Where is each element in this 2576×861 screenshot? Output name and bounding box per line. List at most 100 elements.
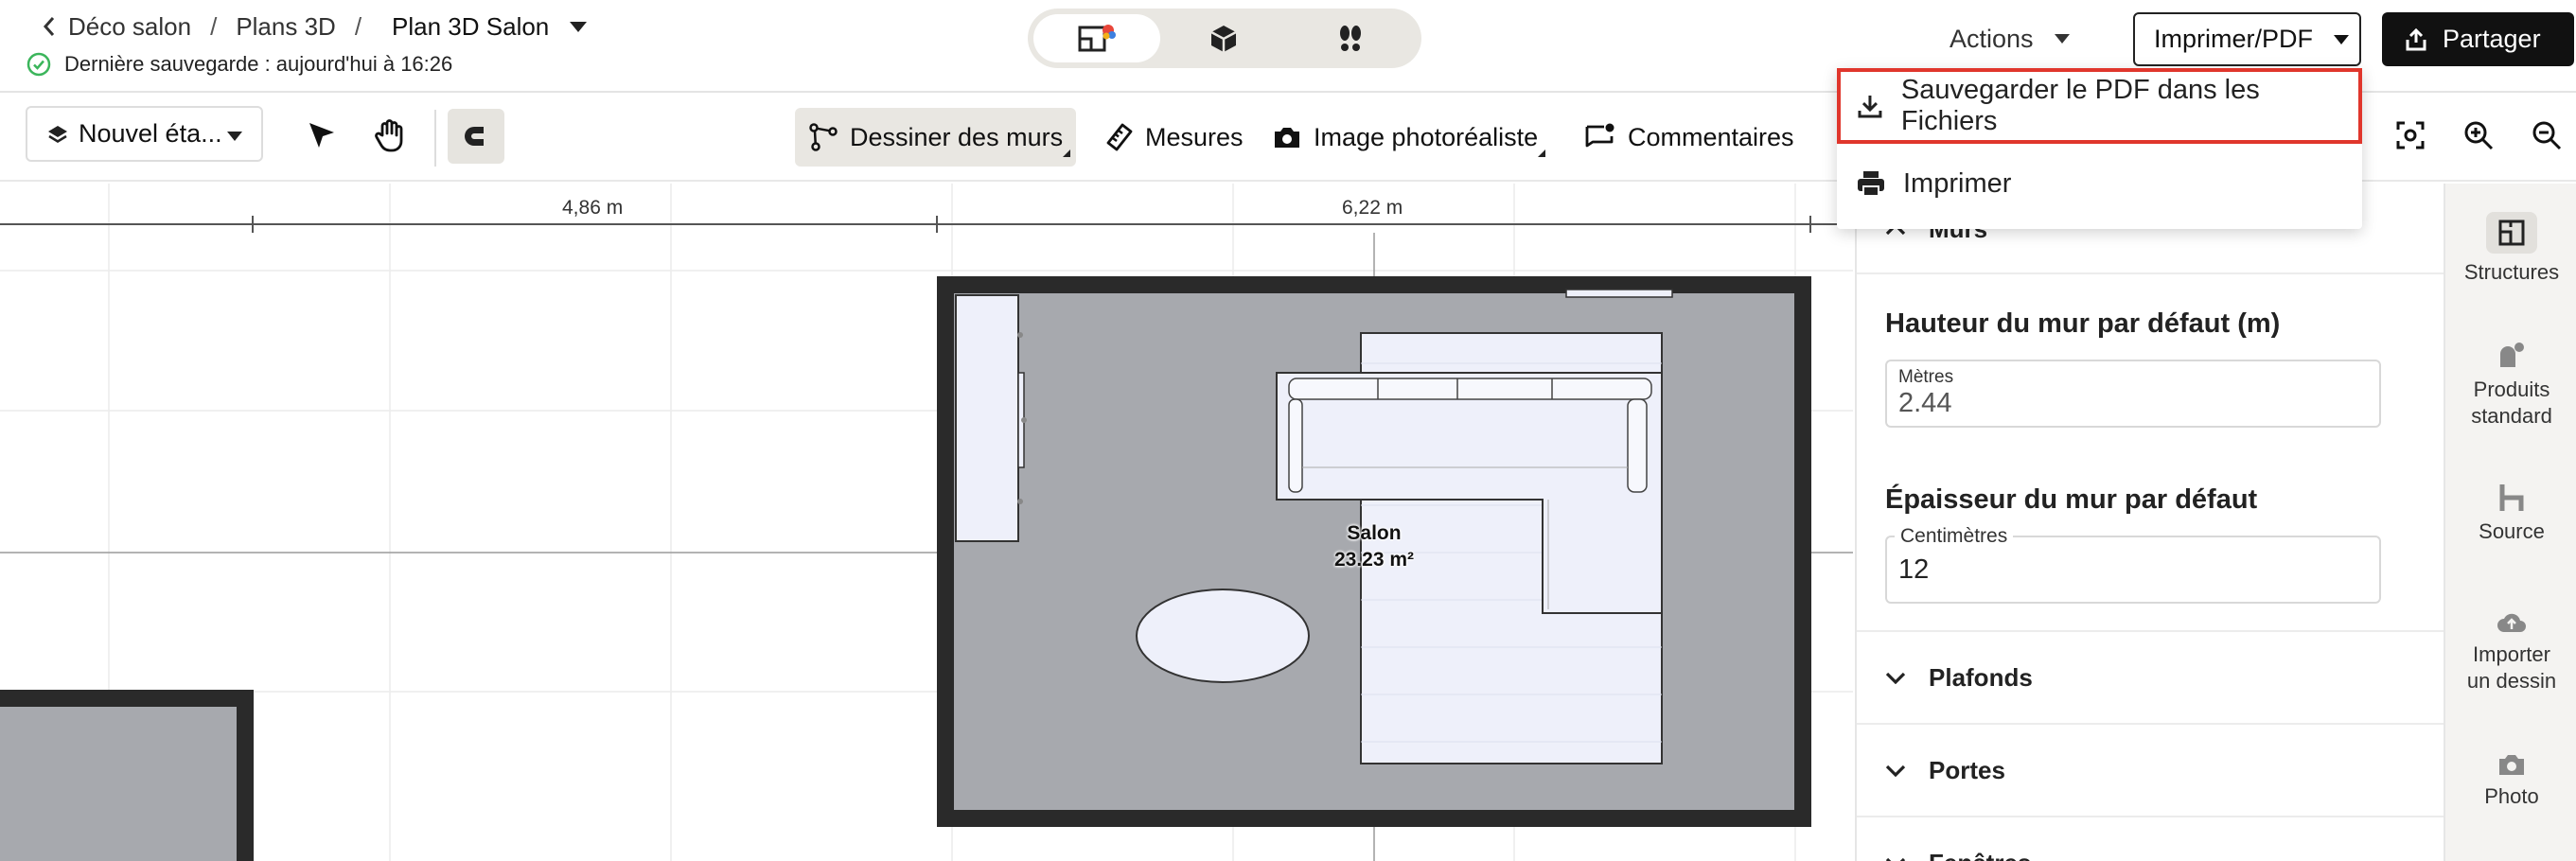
section-divider [1857,272,2444,274]
photoreal-button[interactable]: Image photoréaliste [1259,108,1551,167]
section-doors-label: Portes [1929,755,2005,784]
layers-icon [48,125,67,143]
draw-walls-icon [809,123,838,151]
snap-toggle-button[interactable] [448,109,504,164]
plan-2d-icon [1078,24,1116,51]
section-ceilings-label: Plafonds [1929,662,2033,692]
zoom-in-icon [2464,121,2494,150]
actions-button[interactable]: Actions [1950,15,2070,62]
menu-item-print[interactable]: Imprimer [1837,146,2362,221]
draw-walls-button[interactable]: Dessiner des murs [795,108,1077,167]
page-title[interactable]: Plan 3D Salon [392,12,549,42]
properties-panel: Murs Hauteur du mur par défaut (m) Mètre… [1855,184,2444,861]
view-walk-button[interactable] [1287,14,1414,62]
breadcrumb-item-deco-salon[interactable]: Déco salon [68,12,191,42]
chevron-down-icon [227,132,242,141]
rail-label: Photo [2484,784,2539,808]
cursor-icon [309,123,334,148]
pan-tool-button[interactable] [366,112,414,159]
printer-icon [1858,171,1884,197]
wall-thickness-title: Épaisseur du mur par défaut [1885,484,2258,515]
floor-select[interactable]: Nouvel éta... [26,106,263,162]
section-doors[interactable]: Portes [1885,751,2005,789]
rail-item-standard-products[interactable]: Produits standard [2445,339,2576,430]
zoom-out-button[interactable] [2523,112,2570,159]
room-name: Salon [1347,522,1402,544]
rail-label: Importer un dessin [2466,642,2557,693]
check-circle-icon [26,52,51,77]
section-divider [1857,723,2444,725]
comments-label: Commentaires [1628,122,1794,151]
view-2d-button[interactable] [1033,14,1160,62]
save-status: Dernière sauvegarde : aujourd'hui à 16:2… [26,49,452,79]
breadcrumb-separator: / [210,11,218,41]
comment-icon [1585,123,1614,148]
wall-height-title: Hauteur du mur par défaut (m) [1885,308,2281,339]
chevron-left-icon[interactable] [38,12,61,41]
rail-item-structures[interactable]: Structures [2445,212,2576,286]
share-icon [2406,27,2426,50]
wall-height-unit: Mètres [1898,367,1954,387]
rail-label: Source [2479,519,2545,543]
rail-item-import-drawing[interactable]: Importer un dessin [2445,609,2576,694]
cloud-upload-icon [2497,613,2526,632]
products-icon [2500,343,2524,367]
measures-button[interactable]: Mesures [1092,108,1257,167]
wall-thickness-unit: Centimètres [1895,525,2014,548]
bookshelf[interactable] [955,294,1027,542]
menu-item-save-pdf[interactable]: Sauvegarder le PDF dans les Fichiers [1837,68,2362,144]
chair-icon [2499,484,2524,511]
select-tool-button[interactable] [298,112,345,159]
room-label[interactable]: Salon 23.23 m² [1325,520,1423,573]
print-pdf-label: Imprimer/PDF [2154,25,2313,53]
draw-walls-label: Dessiner des murs [850,122,1064,151]
camera-icon [2499,755,2524,775]
breadcrumb-separator: / [354,11,362,41]
chevron-down-icon [1885,672,1906,684]
comments-button[interactable]: Commentaires [1571,108,1808,167]
menu-item-save-pdf-label: Sauvegarder le PDF dans les Fichiers [1900,75,2260,136]
zoom-in-button[interactable] [2455,112,2502,159]
wall-height-value[interactable]: 2.44 [1898,388,1951,419]
window[interactable] [1565,289,1673,298]
view-switcher [1028,9,1421,68]
share-button[interactable]: Partager [2382,12,2574,66]
submenu-indicator [1063,149,1071,157]
ruler-icon [1106,123,1133,151]
focus-icon [2396,121,2425,149]
chevron-down-icon [2334,34,2349,44]
submenu-indicator [1538,149,1546,157]
fit-view-button[interactable] [2387,112,2434,159]
chevron-down-icon [1885,857,1906,861]
wall-height-field[interactable]: Mètres 2.44 [1885,360,2381,428]
zoom-out-icon [2532,121,2562,150]
menu-item-print-label: Imprimer [1903,167,2012,199]
wall-thickness-value[interactable]: 12 [1898,554,1929,586]
share-label: Partager [2443,25,2541,53]
coffee-table[interactable] [1136,589,1310,683]
structure-icon [2498,220,2525,246]
section-divider [1857,816,2444,817]
chevron-down-icon [2054,34,2070,44]
print-pdf-button[interactable]: Imprimer/PDF [2133,12,2361,66]
floor-plan-canvas[interactable]: 4,86 m 6,22 m Salon 23.23 m² [0,184,1853,861]
section-windows-label: Fenêtres [1929,849,2031,861]
download-icon [1858,96,1882,118]
rail-icon-wrap [2486,212,2537,254]
room-area: 23.23 m² [1333,549,1415,571]
breadcrumb-item-plans-3d[interactable]: Plans 3D [236,12,336,42]
section-windows[interactable]: Fenêtres [1885,844,2031,861]
footsteps-icon [1340,25,1361,51]
photoreal-label: Image photoréaliste [1314,122,1539,151]
print-dropdown-menu: Sauvegarder le PDF dans les Fichiers Imp… [1837,68,2362,229]
toolbar-divider [434,110,436,167]
magnet-icon [465,127,489,146]
chevron-down-icon[interactable] [570,21,588,32]
rail-label: Structures [2463,260,2560,284]
rail-item-source[interactable]: Source [2445,483,2576,545]
wall-thickness-field[interactable]: Centimètres 12 [1885,525,2381,604]
section-divider [1857,630,2444,632]
rail-item-photo[interactable]: Photo [2445,751,2576,810]
section-ceilings[interactable]: Plafonds [1885,659,2033,696]
view-3d-button[interactable] [1160,14,1287,62]
